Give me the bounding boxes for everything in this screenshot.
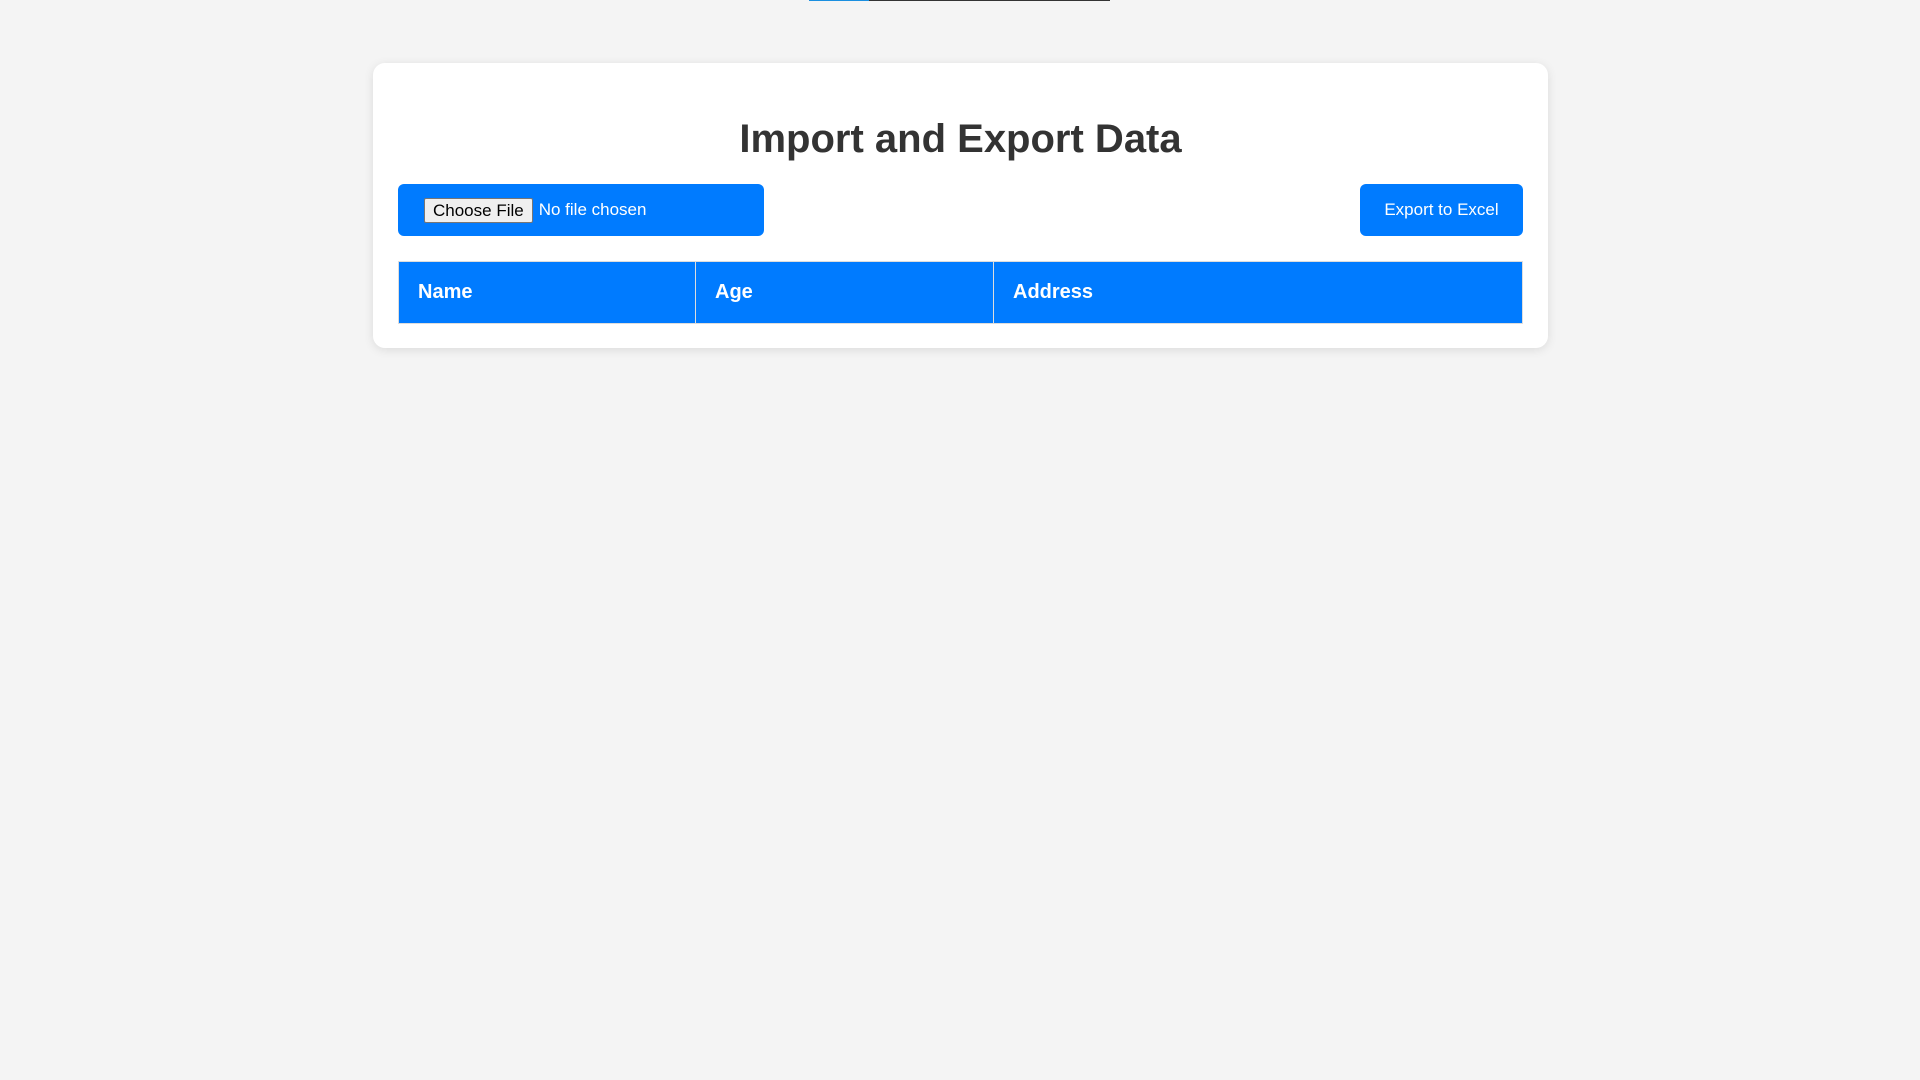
table-header-name: Name [398,261,696,324]
top-progress-bar [809,0,1110,1]
import-export-card: Import and Export Data Choose File No fi… [373,63,1548,348]
file-status-text: No file chosen [538,200,647,219]
page-title: Import and Export Data [739,117,1182,161]
table-header-row: Name Age Address [398,261,1523,324]
file-import-box[interactable]: Choose File No file chosen [398,184,764,236]
choose-file-button[interactable]: Choose File [424,197,533,223]
data-table: Name Age Address [398,261,1523,324]
export-to-excel-button[interactable]: Export to Excel [1360,184,1523,236]
table-header-address: Address [993,261,1523,324]
table-header-age: Age [695,261,994,324]
top-progress-fill [809,0,870,1]
